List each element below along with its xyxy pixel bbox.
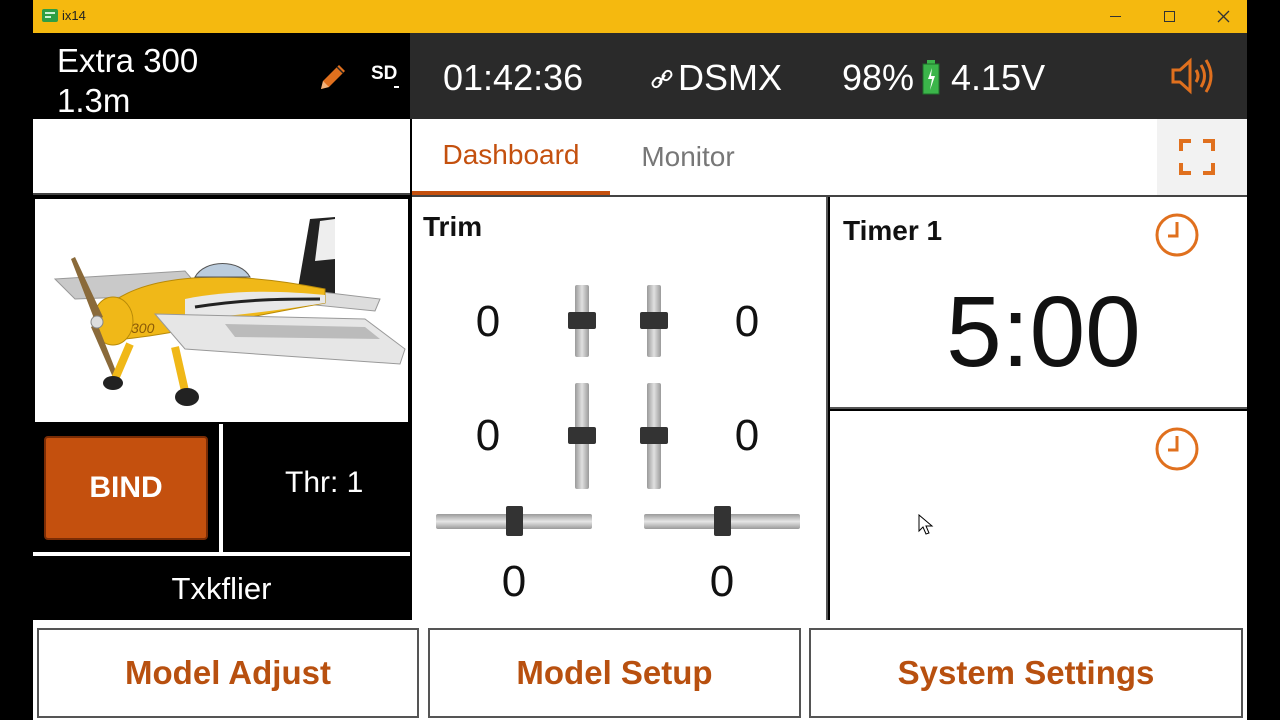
trim-value-bottom-left: 0 (501, 557, 527, 606)
letterbox-right (1247, 0, 1280, 720)
trim-value-left-lower: 0 (475, 411, 501, 460)
window-title: ix14 (62, 8, 86, 23)
model-name: Extra 300 1.3m (57, 42, 199, 119)
mouse-cursor-icon (918, 514, 934, 535)
close-button[interactable] (1196, 0, 1250, 33)
left-blank-panel (33, 119, 410, 195)
app-icon (42, 9, 58, 22)
trim-slider-thumb[interactable] (714, 506, 731, 536)
system-clock: 01:42:36 (443, 57, 584, 98)
letterbox-left (0, 0, 33, 720)
maximize-button[interactable] (1142, 0, 1196, 33)
user-area[interactable]: Txkflier (33, 556, 410, 620)
svg-text:300: 300 (131, 320, 155, 336)
bind-button[interactable]: BIND (44, 436, 208, 540)
trim-value-right-upper: 0 (734, 297, 760, 346)
throttle-cut-area[interactable]: Thr: 1 (223, 424, 410, 552)
tab-monitor[interactable]: Monitor (612, 119, 764, 195)
timer1-panel[interactable]: Timer 1 5:00 (830, 197, 1247, 409)
status-bar: 01:42:36 DSMX 98% 4.15V (410, 33, 1247, 119)
clock-icon[interactable] (1154, 426, 1200, 472)
throttle-label: Thr: 1 (285, 466, 364, 499)
battery-icon (922, 60, 940, 95)
sd-card-indicator: SD (371, 63, 400, 88)
trim-slider-thumb[interactable] (568, 427, 596, 444)
minimize-icon (1109, 16, 1121, 17)
trim-slider-thumb[interactable] (640, 427, 668, 444)
trim-value-right-lower: 0 (734, 411, 760, 460)
model-image[interactable]: 300 (33, 197, 410, 424)
speaker-icon[interactable] (1170, 55, 1216, 97)
battery-percent: 98% (842, 57, 915, 98)
trim-slider-bottom-left[interactable] (436, 506, 592, 536)
tab-bar: Dashboard Monitor (412, 119, 1247, 197)
link-icon (651, 69, 673, 89)
clock-icon[interactable] (1154, 212, 1200, 258)
trim-slider-thumb[interactable] (506, 506, 523, 536)
trim-slider-left-upper[interactable] (568, 285, 596, 357)
maximize-icon (1163, 11, 1175, 22)
fullscreen-icon (1179, 139, 1215, 175)
timer2-panel[interactable] (830, 411, 1247, 620)
user-name: Txkflier (171, 571, 272, 606)
system-settings-button[interactable]: System Settings (809, 628, 1243, 718)
timer1-value: 5:00 (946, 276, 1141, 388)
window-title-bar: ix14 (33, 0, 1247, 33)
trim-slider-thumb[interactable] (568, 312, 596, 329)
edit-pencil-icon[interactable] (315, 61, 349, 95)
bind-area: BIND (33, 424, 221, 552)
model-setup-button[interactable]: Model Setup (428, 628, 801, 718)
trim-slider-right-lower[interactable] (640, 383, 668, 489)
timer1-title: Timer 1 (843, 215, 943, 246)
bottom-nav: Model Adjust Model Setup System Settings (33, 620, 1247, 720)
minimize-button[interactable] (1088, 0, 1142, 33)
fullscreen-button[interactable] (1157, 119, 1247, 195)
trim-slider-bottom-right[interactable] (644, 506, 800, 536)
trim-slider-thumb[interactable] (640, 312, 668, 329)
trim-slider-right-upper[interactable] (640, 285, 668, 357)
model-header[interactable]: Extra 300 1.3m SD (33, 33, 410, 119)
model-adjust-button[interactable]: Model Adjust (37, 628, 419, 718)
trim-value-left-upper: 0 (475, 297, 501, 346)
trim-title: Trim (423, 211, 483, 242)
trim-slider-left-lower[interactable] (568, 383, 596, 489)
close-icon (1217, 10, 1229, 23)
rf-protocol: DSMX (678, 57, 783, 98)
tab-dashboard[interactable]: Dashboard (412, 119, 610, 195)
airplane-image: 300 (53, 217, 406, 406)
trim-panel: Trim 0 0 0 0 0 0 (412, 197, 828, 620)
trim-value-bottom-right: 0 (709, 557, 735, 606)
battery-voltage: 4.15V (951, 57, 1046, 98)
